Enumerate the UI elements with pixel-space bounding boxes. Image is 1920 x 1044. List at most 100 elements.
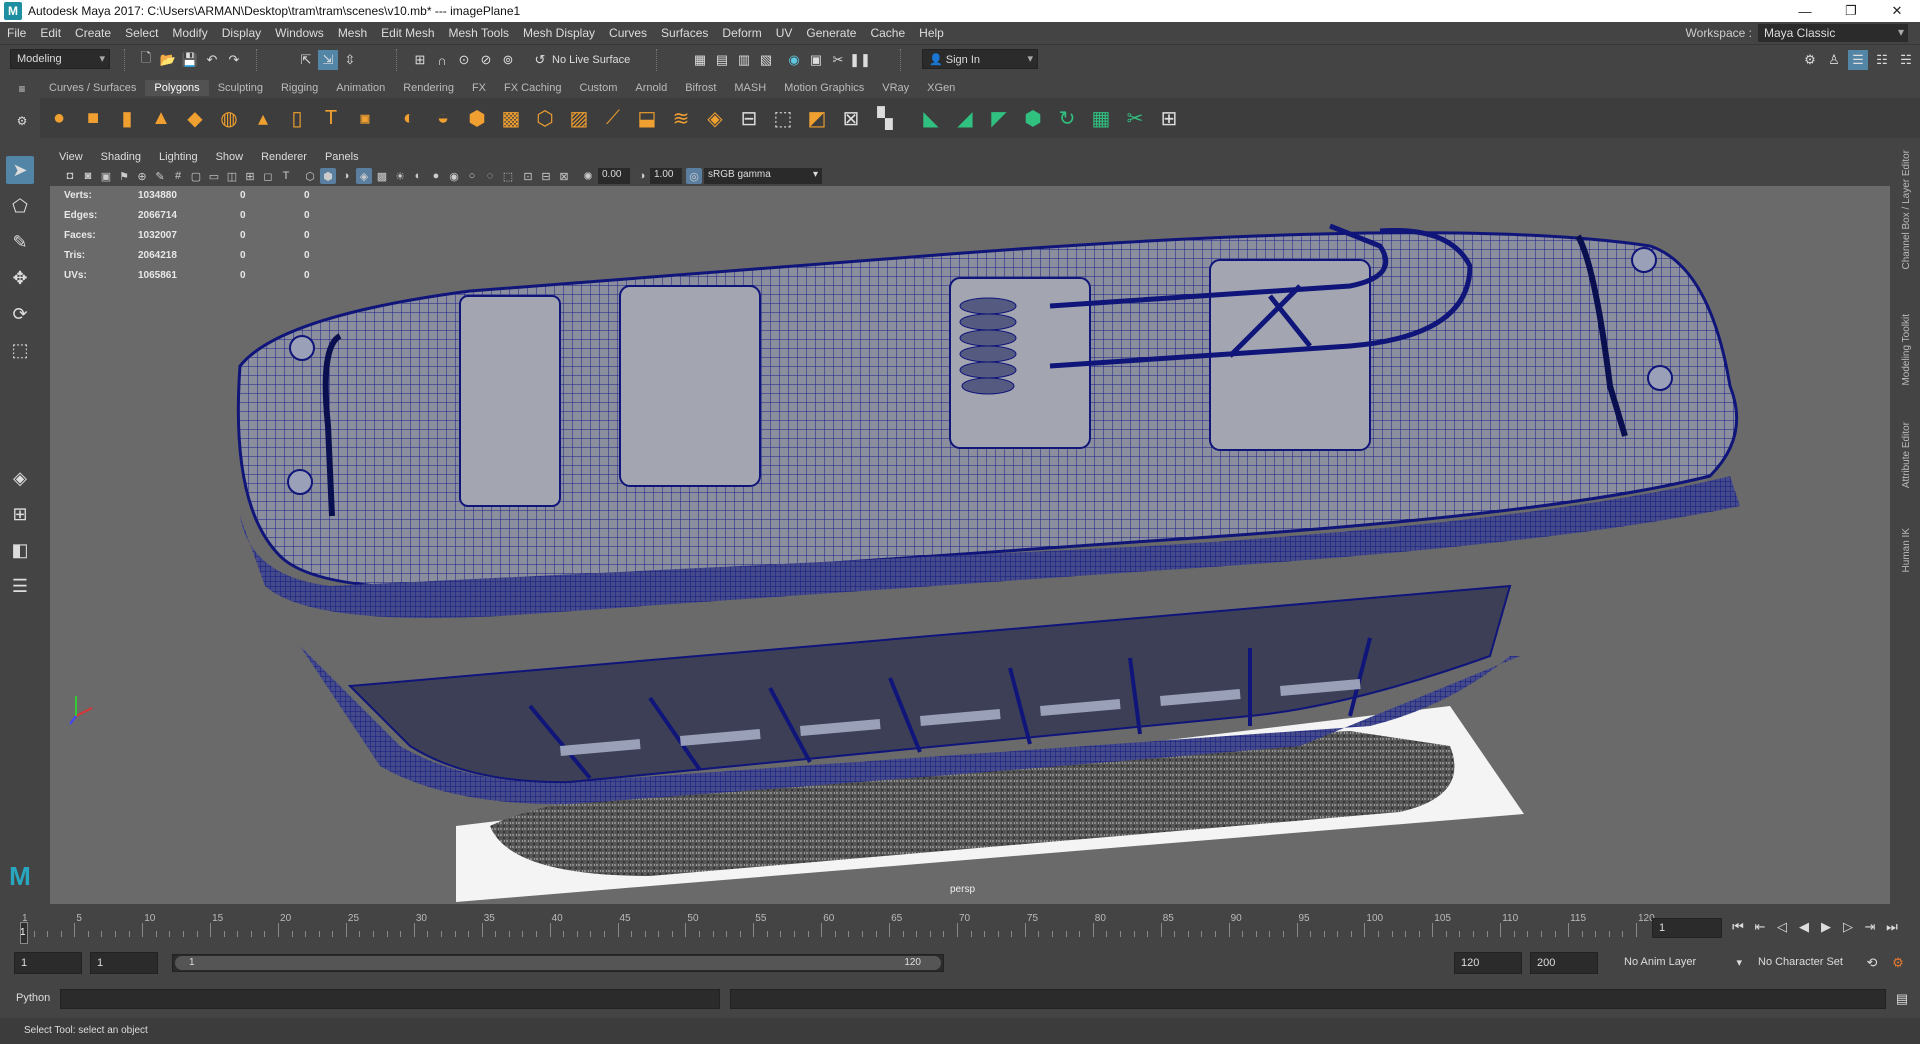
depth-of-field-icon[interactable]: ◌ (482, 168, 498, 184)
pause-viewport-icon[interactable]: ❚❚ (849, 50, 871, 70)
tab-arnold[interactable]: Arnold (626, 80, 676, 96)
tab-xgen[interactable]: XGen (918, 80, 964, 96)
uv-editor-icon[interactable]: ↻ (1052, 103, 1082, 133)
xray-icon[interactable]: ⊡ (520, 168, 536, 184)
checker-icon[interactable]: ▦ (1086, 103, 1116, 133)
four-view-layout-icon[interactable]: ⊞ (6, 500, 34, 528)
panel-menu-show[interactable]: Show (207, 151, 253, 163)
undo-icon[interactable]: ↶ (202, 50, 222, 70)
persp-viewport[interactable] (50, 186, 1890, 904)
camera-bookmark-icon[interactable]: ◙ (80, 168, 96, 184)
channel-box-icon[interactable]: ☰ (1848, 50, 1868, 70)
insert-edge-loop-icon[interactable]: ◈ (700, 103, 730, 133)
tab-custom[interactable]: Custom (571, 80, 627, 96)
menu-select[interactable]: Select (118, 26, 165, 40)
menu-curves[interactable]: Curves (602, 26, 654, 40)
grid-icon[interactable]: # (170, 168, 186, 184)
cut-uv-icon[interactable]: ✂ (1120, 103, 1150, 133)
step-forward-key-icon[interactable]: ⇥ (1860, 917, 1880, 937)
default-material-icon[interactable]: ◑ (338, 168, 354, 184)
combine-icon[interactable]: ◐ (394, 103, 424, 133)
image-plane-icon[interactable]: ▣ (98, 168, 114, 184)
resolution-gate-icon[interactable]: ▭ (206, 168, 222, 184)
ipr-render-icon[interactable]: ▥ (734, 50, 754, 70)
tab-motion-graphics[interactable]: Motion Graphics (775, 80, 873, 96)
svg-icon[interactable]: ▣ (350, 103, 380, 133)
workspace-dropdown[interactable]: Maya Classic (1758, 24, 1908, 42)
range-slider-handle[interactable] (175, 956, 941, 970)
hypershade-icon[interactable]: ◉ (784, 50, 804, 70)
view-transform-dropdown[interactable]: sRGB gamma ▾ (704, 168, 822, 184)
menu-deform[interactable]: Deform (715, 26, 768, 40)
gamma-field[interactable]: 1.00 (650, 168, 682, 184)
minimize-button[interactable]: — (1782, 0, 1828, 22)
2d-pan-zoom-icon[interactable]: ⊕ (134, 168, 150, 184)
render-current-icon[interactable]: ▤ (712, 50, 732, 70)
wireframe-icon[interactable]: ⬡ (302, 168, 318, 184)
menu-edit-mesh[interactable]: Edit Mesh (374, 26, 441, 40)
isolate-select-icon[interactable]: ⬚ (500, 168, 516, 184)
menu-mesh-display[interactable]: Mesh Display (516, 26, 602, 40)
menu-uv[interactable]: UV (769, 26, 800, 40)
scale-tool-icon[interactable]: ⬚ (6, 336, 34, 364)
auto-key-icon[interactable]: ⟲ (1862, 953, 1882, 973)
go-to-end-icon[interactable]: ⏭ (1882, 917, 1902, 937)
menu-modify[interactable]: Modify (165, 26, 214, 40)
make-hole-icon[interactable]: ▚ (870, 103, 900, 133)
extrude-icon[interactable]: ▨ (564, 103, 594, 133)
render-view-icon[interactable]: ▦ (690, 50, 710, 70)
poly-cube-icon[interactable]: ■ (78, 103, 108, 133)
film-gate-icon[interactable]: ▢ (188, 168, 204, 184)
poly-pipe-icon[interactable]: ▯ (282, 103, 312, 133)
shelf-menu-icon[interactable]: ≡ (10, 80, 34, 98)
poly-type-icon[interactable]: T (316, 103, 346, 133)
panel-menu-renderer[interactable]: Renderer (252, 151, 316, 163)
tab-polygons[interactable]: Polygons (145, 80, 209, 96)
separate-icon[interactable]: ◒ (428, 103, 458, 133)
light-editor-icon[interactable]: ✂ (828, 50, 848, 70)
panel-menu-lighting[interactable]: Lighting (150, 151, 207, 163)
save-scene-icon[interactable]: 💾 (180, 50, 200, 70)
anti-aliasing-icon[interactable]: ○ (464, 168, 480, 184)
field-chart-icon[interactable]: ⊞ (242, 168, 258, 184)
step-back-key-icon[interactable]: ⇤ (1750, 917, 1770, 937)
menu-display[interactable]: Display (215, 26, 268, 40)
hik-icon[interactable]: ♙ (1824, 50, 1844, 70)
tab-rigging[interactable]: Rigging (272, 80, 327, 96)
select-object-icon[interactable]: ⇲ (318, 50, 338, 70)
append-icon[interactable]: ⬚ (768, 103, 798, 133)
snap-point-icon[interactable]: ⊙ (454, 50, 474, 70)
mirror-icon[interactable]: ⬡ (530, 103, 560, 133)
lasso-tool-icon[interactable]: ⬠ (6, 192, 34, 220)
multi-cut-icon[interactable]: ≋ (666, 103, 696, 133)
smooth-icon[interactable]: ⬢ (462, 103, 492, 133)
tab-vray[interactable]: VRay (873, 80, 918, 96)
anim-layer-dropdown[interactable]: No Anim Layer ▾ (1618, 952, 1746, 974)
bevel-icon[interactable]: ⬓ (632, 103, 662, 133)
tool-settings-icon[interactable]: ☵ (1896, 50, 1916, 70)
camera-attributes-icon[interactable]: ◘ (62, 168, 78, 184)
use-all-lights-icon[interactable]: ☀ (392, 168, 408, 184)
bridge-icon[interactable]: ⟋ (598, 103, 628, 133)
select-hierarchy-icon[interactable]: ⇱ (296, 50, 316, 70)
poly-sphere-icon[interactable]: ● (44, 103, 74, 133)
safe-title-icon[interactable]: T (278, 168, 294, 184)
merge-icon[interactable]: ⊟ (734, 103, 764, 133)
open-scene-icon[interactable]: 📂 (158, 50, 178, 70)
grease-pencil-icon[interactable]: ✎ (152, 168, 168, 184)
menu-generate[interactable]: Generate (799, 26, 863, 40)
shelf-settings-icon[interactable]: ⚙ (10, 112, 34, 130)
tab-channel-box[interactable]: Channel Box / Layer Editor (1901, 150, 1912, 270)
menu-windows[interactable]: Windows (268, 26, 331, 40)
motion-blur-icon[interactable]: ◉ (446, 168, 462, 184)
menu-surfaces[interactable]: Surfaces (654, 26, 715, 40)
smooth-shade-icon[interactable]: ⬢ (320, 168, 336, 184)
menu-help[interactable]: Help (912, 26, 951, 40)
tab-sculpting[interactable]: Sculpting (209, 80, 272, 96)
single-perspective-layout-icon[interactable]: ◈ (6, 464, 34, 492)
playback-start-field[interactable]: 1 (90, 952, 158, 974)
render-setup-icon[interactable]: ▣ (806, 50, 826, 70)
step-forward-frame-icon[interactable]: ▷ (1838, 917, 1858, 937)
textured-icon[interactable]: ▩ (374, 168, 390, 184)
snap-view-plane-icon[interactable]: ⊘ (476, 50, 496, 70)
